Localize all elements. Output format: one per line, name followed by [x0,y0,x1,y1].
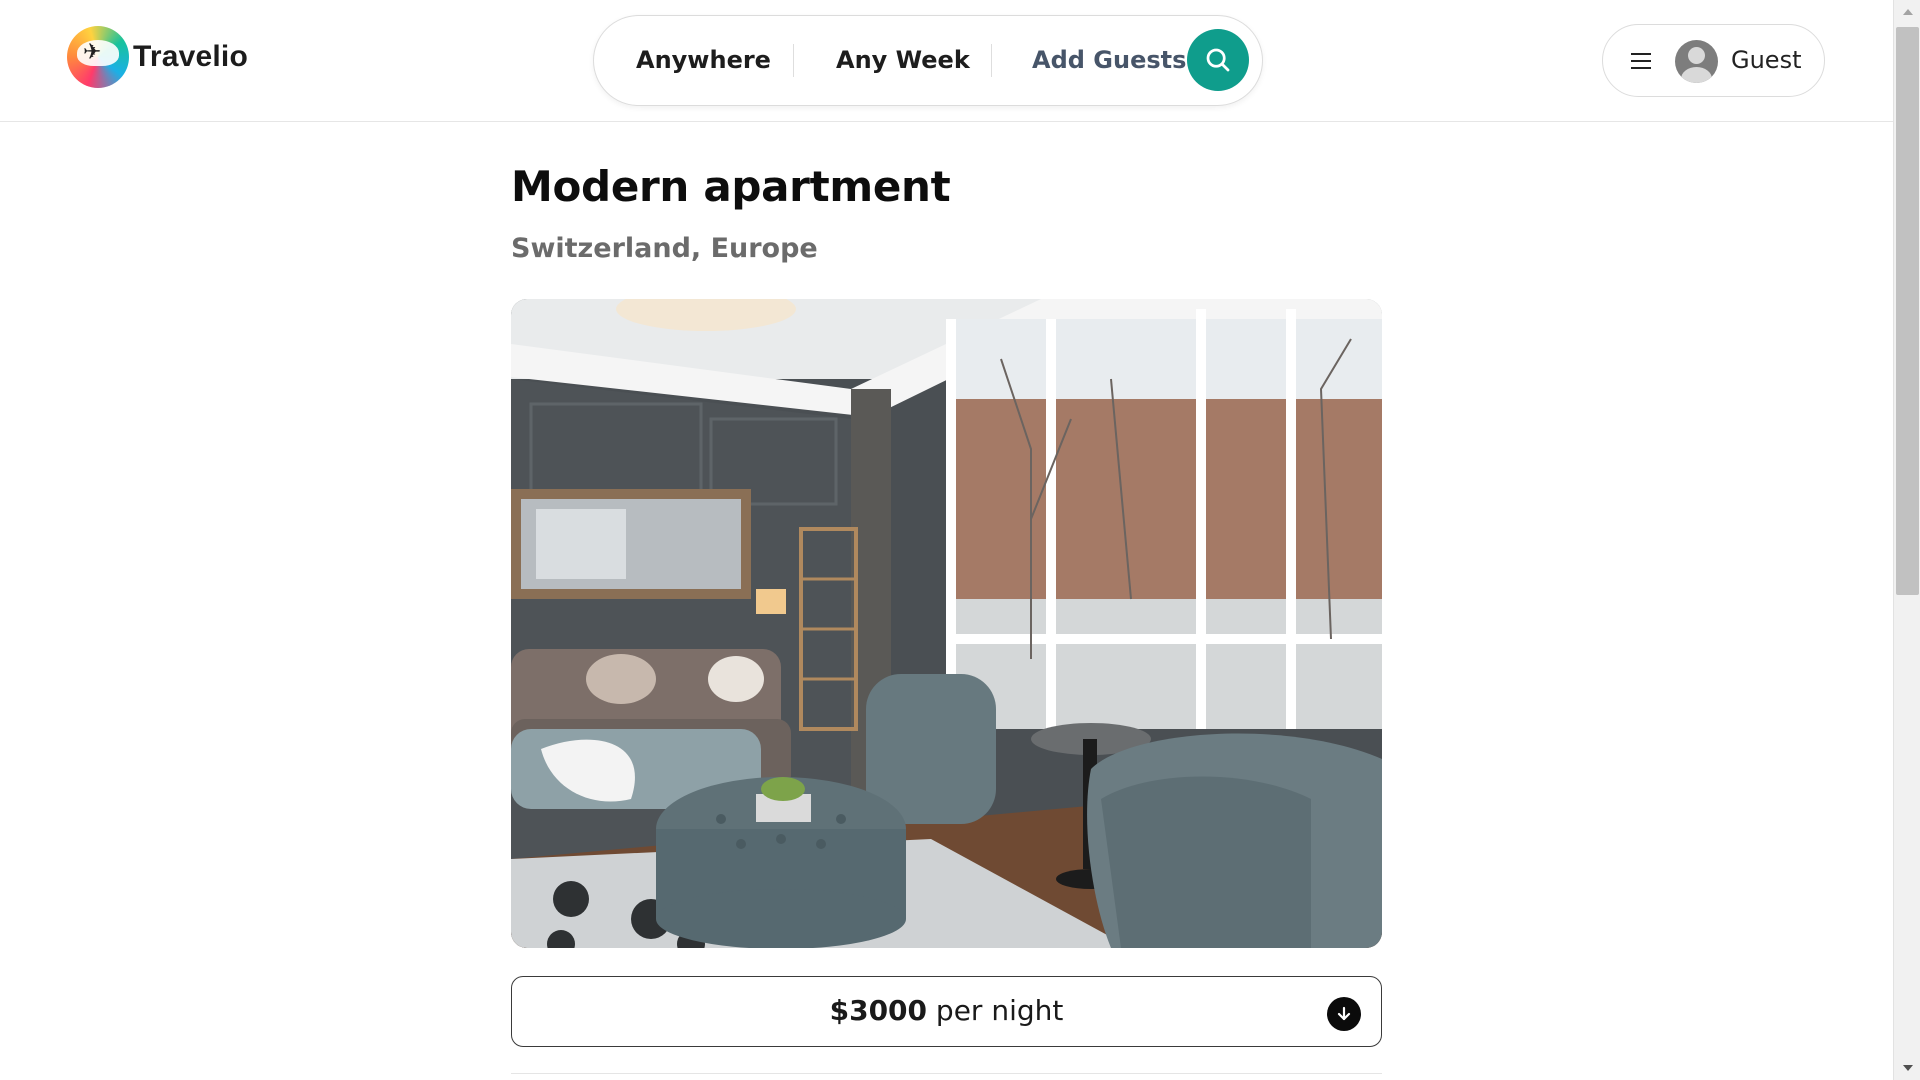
brand-name: Travelio [133,40,248,73]
search-bar[interactable]: Anywhere Any Week Add Guests [593,15,1263,106]
search-dates-button[interactable]: Any Week [836,16,970,105]
search-divider [991,44,992,77]
listing-title: Modern apartment [511,162,951,211]
search-button[interactable] [1187,29,1249,91]
search-location-button[interactable]: Anywhere [636,16,771,105]
top-navbar: ✈ Travelio Anywhere Any Week Add Guests … [0,0,1893,122]
scrollbar-thumb[interactable] [1896,27,1919,595]
plane-logo-icon: ✈ [67,26,129,88]
brand-logo[interactable]: ✈ Travelio [67,26,248,88]
price-unit: per night [927,994,1064,1027]
price-amount: $3000 [829,994,928,1027]
search-divider [793,44,794,77]
listing-location: Switzerland, Europe [511,233,818,264]
search-icon [1206,48,1230,72]
price-text: $3000 per night [512,977,1381,1045]
scroll-up-icon[interactable] [1894,0,1920,24]
scroll-down-icon[interactable] [1894,1056,1920,1080]
section-divider [511,1073,1382,1074]
arrow-down-glyph [1337,1006,1351,1021]
price-toggle-button[interactable]: $3000 per night [511,976,1382,1047]
user-menu-button[interactable]: Guest [1602,24,1825,97]
hamburger-menu-icon [1631,53,1651,69]
user-avatar-icon [1675,40,1718,83]
page-scrollbar[interactable] [1893,0,1920,1080]
arrow-down-circle-icon[interactable] [1327,997,1361,1031]
living-room-illustration [511,299,1382,948]
living-room-photo [511,299,1382,948]
search-guests-button[interactable]: Add Guests [1032,16,1186,105]
user-menu-label: Guest [1731,46,1802,74]
